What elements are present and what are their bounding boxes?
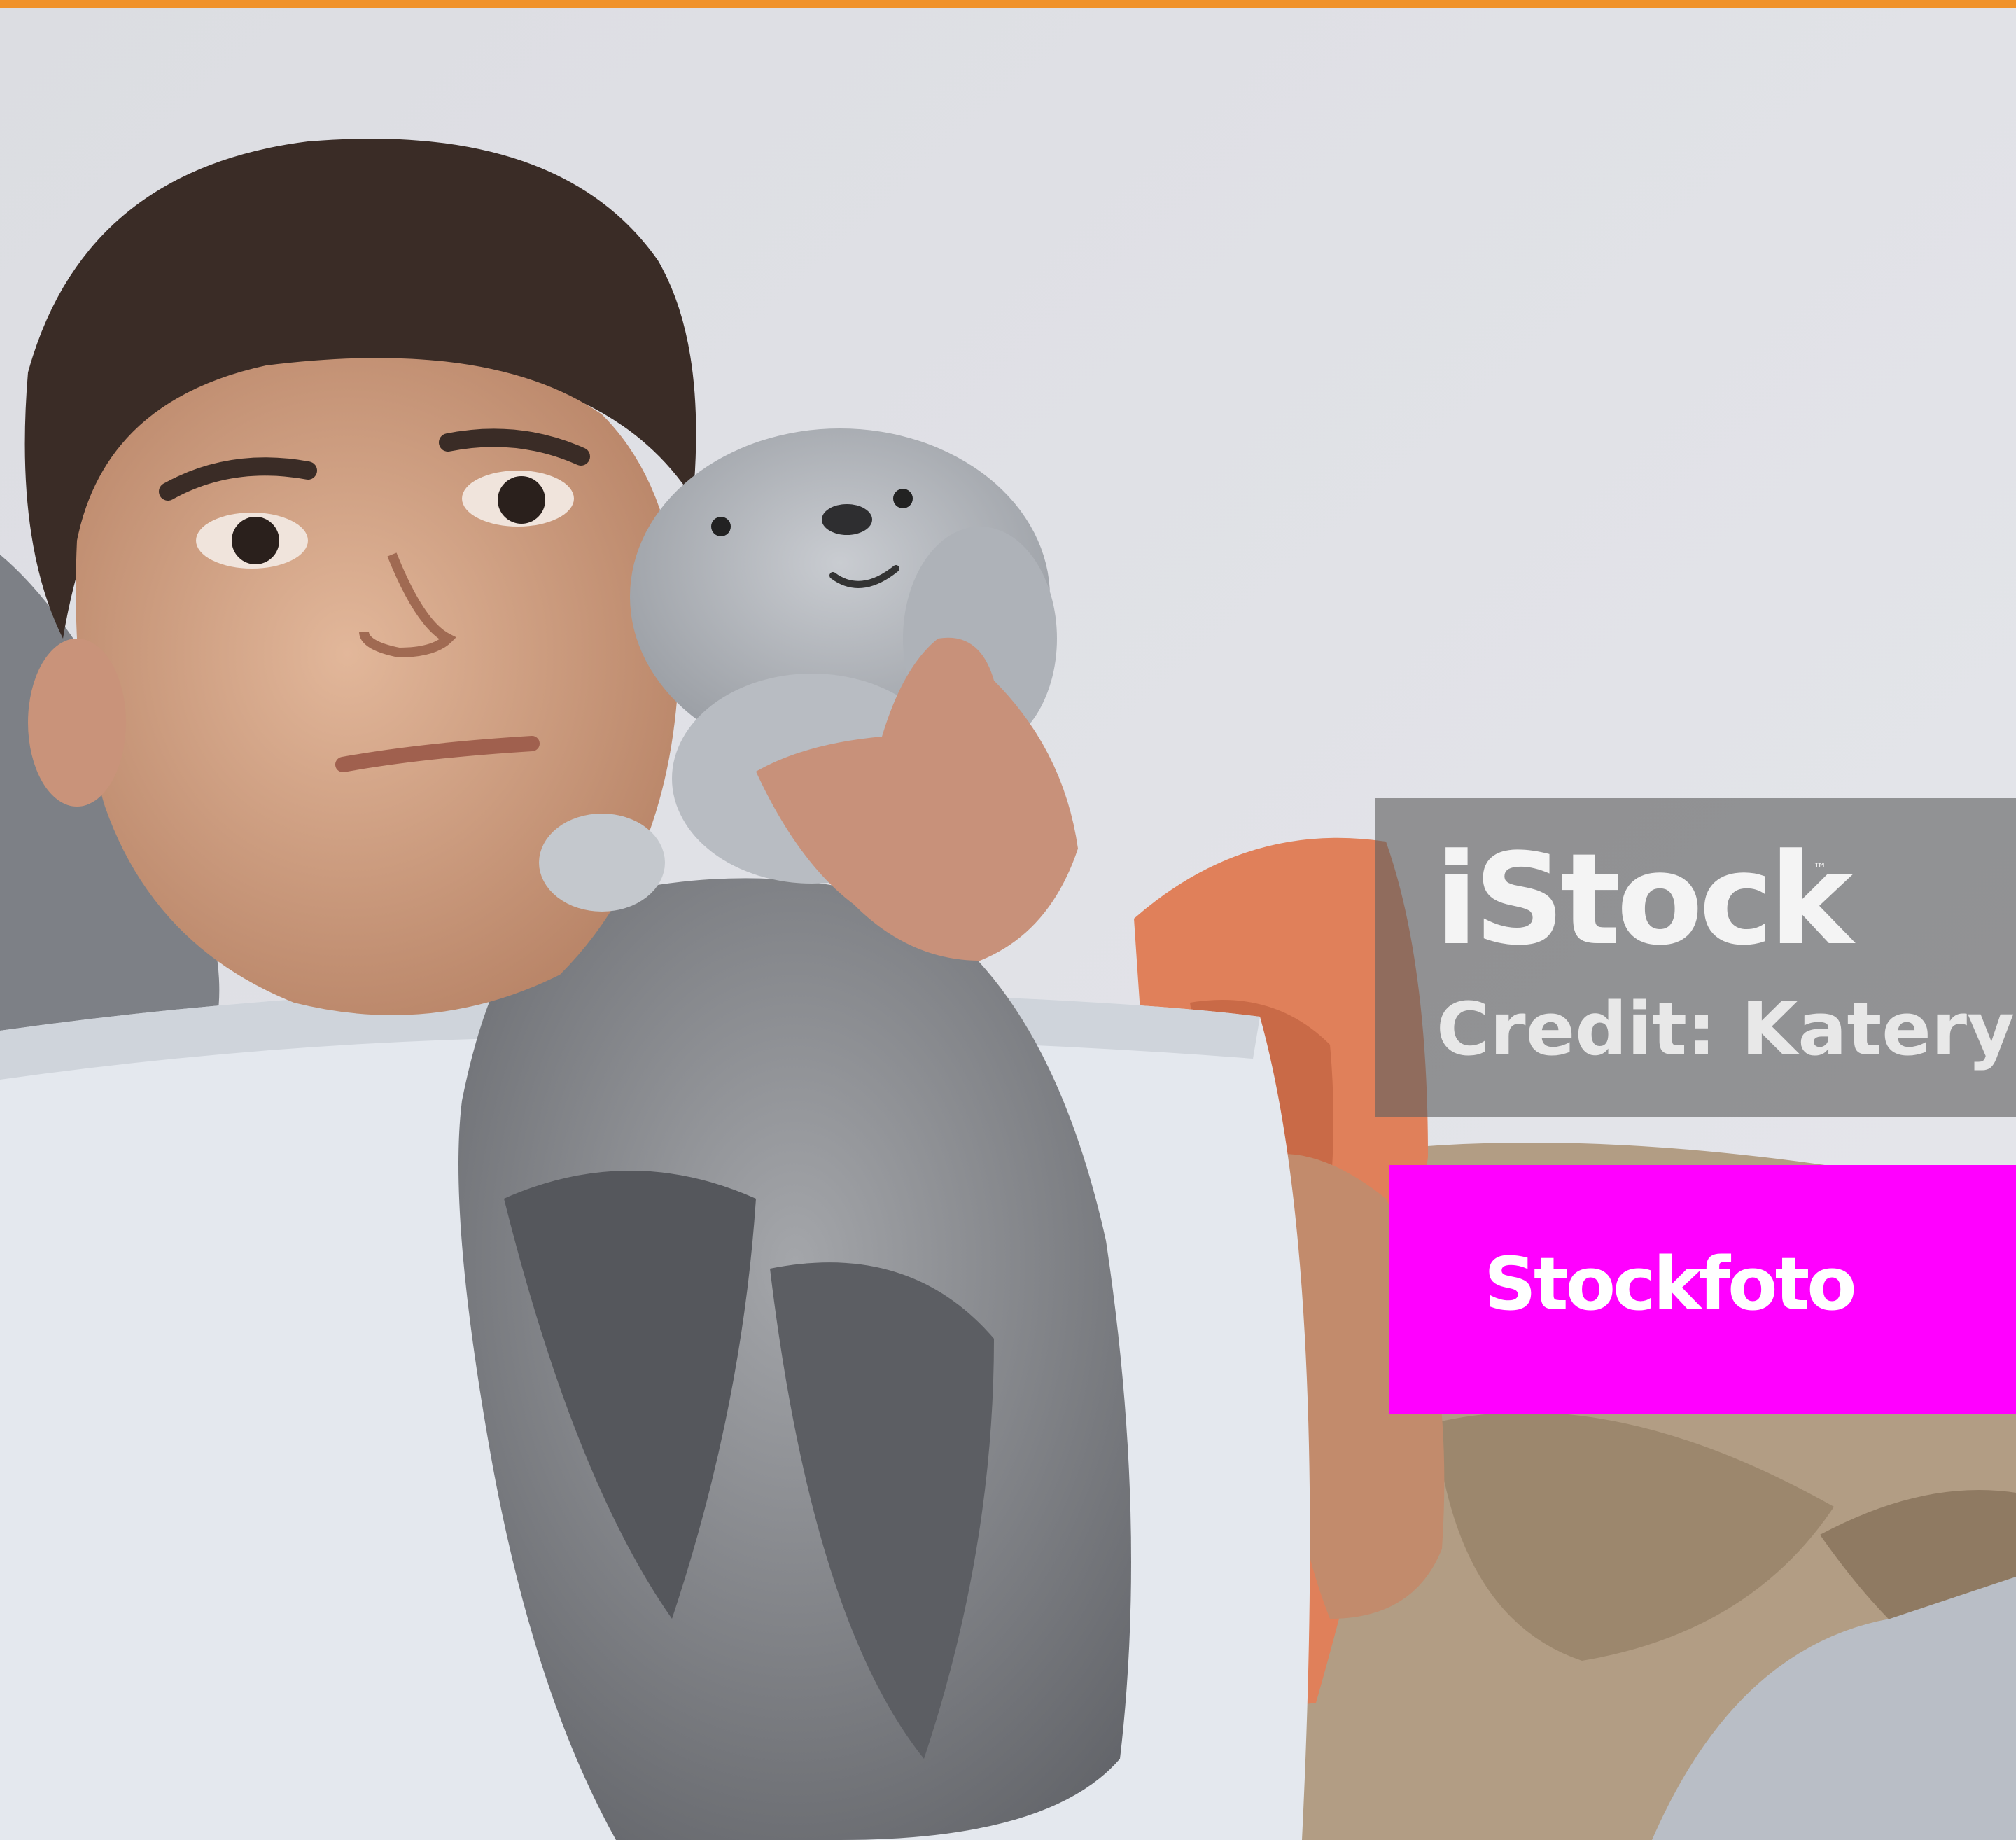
trademark-symbol: ™	[1813, 860, 1827, 877]
stockfoto-banner[interactable]: Stockfoto	[1389, 1165, 2016, 1414]
istock-watermark: iStock ™ Credit: Katery	[1375, 798, 2016, 1117]
stock-photo-page: iStock ™ Credit: Katery Stockfoto	[0, 0, 2016, 1840]
top-accent-bar	[0, 0, 2016, 8]
istock-logo-text: iStock	[1435, 827, 1853, 973]
stockfoto-label: Stockfoto	[1484, 1241, 1857, 1327]
photo-credit: Credit: Katery	[1436, 987, 2015, 1072]
